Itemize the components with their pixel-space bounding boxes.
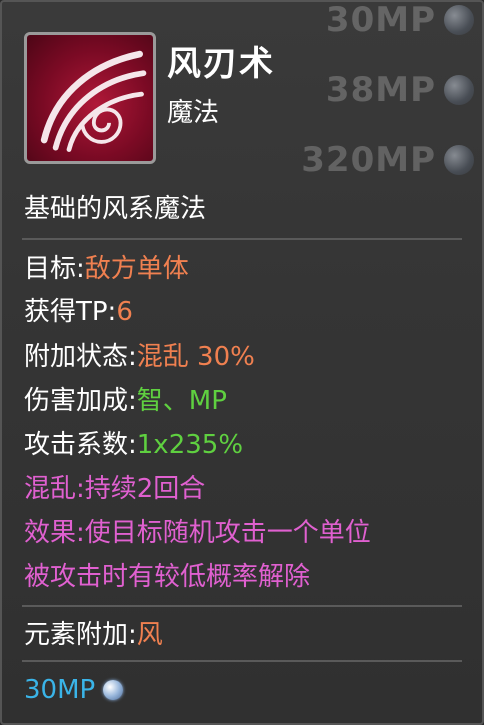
mp-cost: 30MP [24,675,124,705]
background-cost-label: 30MP [325,0,436,40]
skill-type: 魔法 [167,98,220,128]
target-row: 目标:敌方单体 [24,248,189,285]
mp-orb-icon [444,5,474,35]
status-value: 混乱 30% [136,342,255,372]
coefficient-value: 1x235% [136,430,244,460]
status-label: 附加状态: [24,342,137,372]
effect-line-1: 效果:使目标随机攻击一个单位 [24,518,371,548]
tp-label: 获得TP: [24,297,117,327]
skill-description: 基础的风系魔法 [24,194,207,224]
mp-orb-icon [103,680,124,700]
wind-blade-icon [24,32,156,164]
background-cost-label: 320MP [301,140,436,180]
tp-row: 获得TP:6 [24,291,133,328]
mp-cost-label: 30MP [24,675,96,705]
target-value: 敌方单体 [84,254,189,284]
coefficient-label: 攻击系数: [24,430,137,460]
mp-orb-icon [444,75,474,105]
divider [22,238,462,240]
effect-line-2: 被攻击时有较低概率解除 [24,562,311,592]
confuse-duration: 混乱:持续2回合 [24,474,206,504]
tp-value: 6 [116,297,133,327]
element-row: 元素附加:风 [24,614,163,651]
coefficient-row: 攻击系数:1x235% [24,424,243,461]
background-cost-3: 320MP [301,140,474,180]
skill-name: 风刃术 [167,44,275,84]
mp-orb-icon [444,145,474,175]
element-label: 元素附加: [24,620,137,650]
background-cost-label: 38MP [325,70,436,110]
bonus-value: 智、MP [136,386,227,416]
background-cost-1: 30MP [326,0,474,40]
bonus-label: 伤害加成: [24,386,137,416]
skill-tooltip: 30MP 38MP 320MP 风刃术 魔法 基础的风系魔法 目标:敌方单体 获… [0,0,484,725]
target-label: 目标: [24,254,85,284]
divider [22,660,462,662]
background-cost-2: 38MP [326,70,474,110]
bonus-row: 伤害加成:智、MP [24,380,227,417]
status-row: 附加状态:混乱 30% [24,336,255,373]
divider [22,605,462,607]
element-value: 风 [136,620,163,650]
